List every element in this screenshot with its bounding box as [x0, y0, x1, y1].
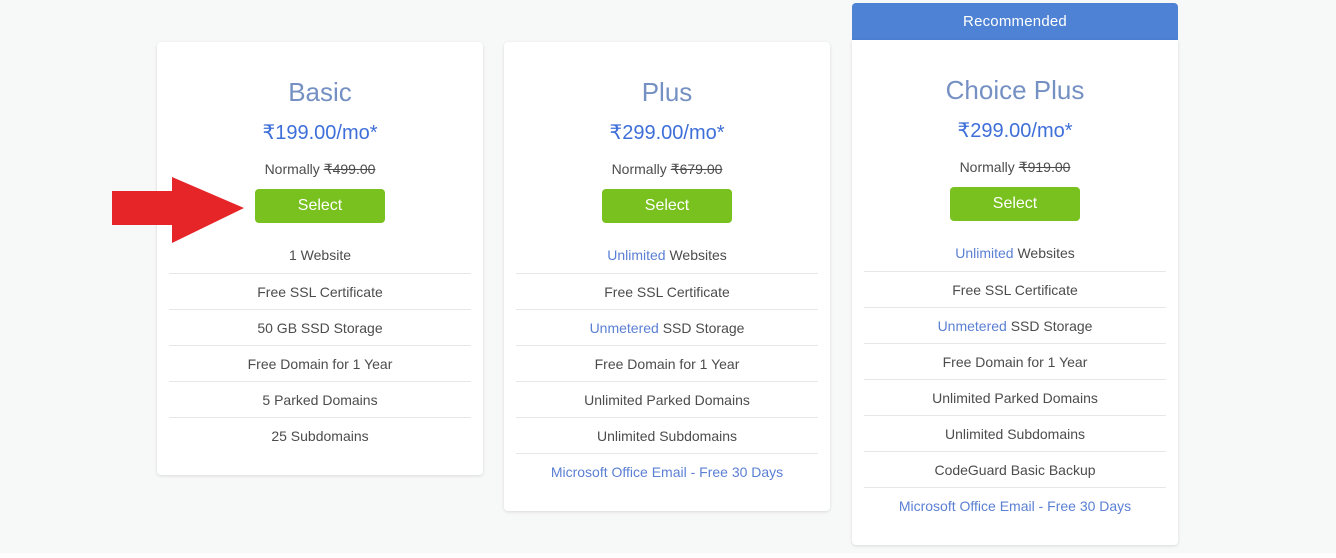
feature-text-highlight: Unmetered [937, 317, 1007, 334]
normally-label: Normally [611, 161, 667, 177]
feature-item: CodeGuard Basic Backup [864, 451, 1166, 487]
feature-text-highlight: Microsoft Office Email - Free 30 Days [550, 463, 784, 480]
feature-item: Free Domain for 1 Year [169, 345, 471, 381]
feature-text: SSD Storage [658, 319, 745, 336]
feature-text: Websites [1013, 245, 1075, 261]
pricing-card-basic: Basic ₹199.00/mo* Normally ₹499.00 Selec… [157, 42, 483, 475]
feature-text: Free SSL Certificate [952, 281, 1078, 298]
feature-text: Websites [665, 247, 727, 263]
plan-normal-price: Normally ₹679.00 [504, 162, 830, 176]
feature-text: CodeGuard Basic Backup [934, 461, 1096, 478]
plan-title: Basic [288, 77, 352, 107]
feature-item: 1 Website [169, 237, 471, 273]
feature-item: 50 GB SSD Storage [169, 309, 471, 345]
feature-item: Unlimited Subdomains [516, 417, 818, 453]
normally-label: Normally [959, 159, 1015, 175]
feature-text: Unlimited Parked Domains [932, 389, 1098, 406]
plan-price: ₹299.00/mo* [609, 122, 725, 144]
feature-item: Unmetered SSD Storage [864, 307, 1166, 343]
plan-card-body: Basic ₹199.00/mo* Normally ₹499.00 Selec… [157, 42, 483, 475]
plan-title: Plus [641, 77, 693, 107]
feature-text: Free SSL Certificate [257, 283, 383, 300]
plan-price: ₹199.00/mo* [262, 122, 378, 144]
pricing-card-choice-plus: Recommended Choice Plus ₹299.00/mo* Norm… [852, 3, 1178, 545]
select-button-plus[interactable]: Select [602, 189, 732, 223]
plan-normal-price: Normally ₹919.00 [852, 160, 1178, 174]
feature-text: SSD Storage [1006, 317, 1093, 334]
feature-item: Unmetered SSD Storage [516, 309, 818, 345]
normally-amount-strikethrough: ₹499.00 [323, 161, 376, 177]
feature-list: 1 Website Free SSL Certificate 50 GB SSD S… [169, 237, 471, 453]
feature-text: Unlimited Subdomains [596, 427, 738, 444]
feature-item: Unlimited Parked Domains [864, 379, 1166, 415]
feature-text: Free Domain for 1 Year [594, 355, 740, 372]
plan-normal-price: Normally ₹499.00 [157, 162, 483, 176]
page-bottom-strip [0, 553, 1336, 558]
feature-item: Unlimited Websites [516, 237, 818, 273]
normally-amount-strikethrough: ₹679.00 [670, 161, 723, 177]
feature-item: 5 Parked Domains [169, 381, 471, 417]
feature-text: 5 Parked Domains [262, 391, 378, 408]
feature-item: Microsoft Office Email - Free 30 Days [864, 487, 1166, 523]
feature-item: Unlimited Subdomains [864, 415, 1166, 451]
normally-label: Normally [264, 161, 320, 177]
feature-text-highlight: Unmetered [589, 319, 659, 336]
feature-item: Unlimited Websites [864, 235, 1166, 271]
feature-list: Unlimited Websites Free SSL Certificate Un… [864, 235, 1166, 523]
feature-item: Free SSL Certificate [169, 273, 471, 309]
select-button-basic[interactable]: Select [255, 189, 385, 223]
feature-text: Unlimited Subdomains [944, 425, 1086, 442]
feature-item: 25 Subdomains [169, 417, 471, 453]
feature-text: Free Domain for 1 Year [247, 355, 393, 372]
feature-item: Free Domain for 1 Year [864, 343, 1166, 379]
feature-item: Free SSL Certificate [516, 273, 818, 309]
feature-text: 50 GB SSD Storage [257, 319, 383, 336]
select-button-choice-plus[interactable]: Select [950, 187, 1080, 221]
pricing-page: Basic ₹199.00/mo* Normally ₹499.00 Selec… [0, 0, 1336, 558]
feature-text: Unlimited Parked Domains [584, 391, 750, 408]
feature-text-highlight: Unlimited [955, 245, 1014, 261]
pricing-card-plus: Plus ₹299.00/mo* Normally ₹679.00 Select… [504, 42, 830, 511]
plan-card-body: Plus ₹299.00/mo* Normally ₹679.00 Select… [504, 42, 830, 511]
feature-text: 25 Subdomains [271, 427, 369, 444]
feature-item: Microsoft Office Email - Free 30 Days [516, 453, 818, 489]
feature-list: Unlimited Websites Free SSL Certificate Un… [516, 237, 818, 489]
feature-text: Free Domain for 1 Year [942, 353, 1088, 370]
feature-text-highlight: Unlimited [607, 247, 666, 263]
feature-text-highlight: Microsoft Office Email - Free 30 Days [898, 497, 1132, 514]
recommended-banner: Recommended [852, 3, 1178, 40]
feature-text: 1 Website [289, 247, 351, 263]
plan-title: Choice Plus [945, 75, 1085, 105]
feature-item: Free Domain for 1 Year [516, 345, 818, 381]
feature-item: Unlimited Parked Domains [516, 381, 818, 417]
feature-text: Free SSL Certificate [604, 283, 730, 300]
plan-price: ₹299.00/mo* [957, 120, 1073, 142]
feature-item: Free SSL Certificate [864, 271, 1166, 307]
normally-amount-strikethrough: ₹919.00 [1018, 159, 1071, 175]
plan-card-body: Choice Plus ₹299.00/mo* Normally ₹919.00… [852, 40, 1178, 545]
